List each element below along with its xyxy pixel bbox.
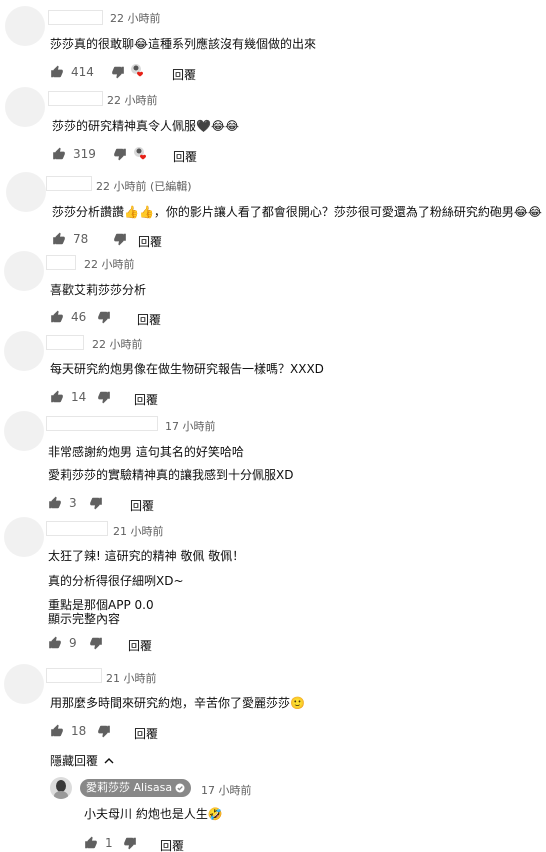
avatar[interactable]	[4, 251, 44, 291]
avatar[interactable]	[5, 87, 45, 127]
reply-button[interactable]: 回覆	[172, 66, 196, 83]
comment-text: 每天研究約炮男像在做生物研究報告一樣嗎？XXXD	[50, 362, 324, 376]
reply-actions: 1	[84, 835, 137, 851]
comment-time[interactable]: 22 小時前	[110, 10, 161, 26]
thumbs-down-icon[interactable]	[111, 65, 125, 79]
thumbs-up-icon[interactable]	[50, 724, 64, 738]
thumbs-down-icon[interactable]	[113, 147, 127, 161]
like-count: 14	[71, 390, 87, 404]
author-name[interactable]	[46, 335, 84, 350]
like-count: 1	[105, 836, 113, 850]
author-name[interactable]	[46, 521, 108, 536]
author-name[interactable]	[48, 91, 103, 106]
thumbs-down-icon[interactable]	[97, 390, 111, 404]
comment-text-body: 莎莎的研究精神真令人佩服🖤😂😂	[52, 119, 239, 133]
comment-text-line: 愛莉莎莎的實驗精神真的讓我感到十分佩服XD	[48, 468, 294, 482]
avatar[interactable]	[4, 664, 44, 704]
author-name[interactable]	[46, 668, 102, 683]
comment-text: 莎莎的研究精神真令人佩服🖤😂😂	[52, 118, 239, 134]
reply-time[interactable]: 17 小時前	[201, 782, 252, 798]
comment-actions: 18	[50, 723, 111, 739]
thumbs-down-icon[interactable]	[89, 496, 103, 510]
author-name[interactable]	[46, 176, 92, 191]
creator-heart-icon	[131, 64, 143, 77]
like-count: 18	[71, 724, 87, 738]
thumbs-up-icon[interactable]	[52, 232, 66, 246]
thumbs-down-icon[interactable]	[123, 836, 137, 850]
comment-text: 莎莎分析讚讚👍👍，你的影片讓人看了都會很開心？莎莎很可愛還為了粉絲研究約砲男😂😂	[52, 205, 542, 219]
comment-text-line: 真的分析得很仔細咧XD~	[48, 574, 184, 588]
comment-actions: 14	[50, 389, 111, 405]
avatar[interactable]	[4, 517, 44, 557]
avatar[interactable]	[4, 331, 44, 371]
like-count: 9	[69, 636, 77, 650]
avatar[interactable]	[6, 172, 46, 212]
author-name[interactable]	[46, 255, 76, 270]
comment-actions: 3	[48, 495, 103, 511]
chevron-up-icon	[104, 757, 114, 763]
reply-button[interactable]: 回覆	[173, 148, 197, 165]
thumbs-up-icon[interactable]	[52, 147, 66, 161]
comment-actions: 9	[48, 635, 103, 651]
thumbs-down-icon[interactable]	[97, 310, 111, 324]
comment-time[interactable]: 22 小時前	[84, 256, 135, 272]
creator-badge[interactable]: 愛莉莎莎 Alisasa	[80, 779, 192, 797]
comment-time[interactable]: 22 小時前 (已編輯)	[96, 178, 192, 194]
author-name[interactable]	[48, 10, 103, 25]
thumbs-up-icon[interactable]	[50, 390, 64, 404]
comment-time[interactable]: 22 小時前	[92, 336, 143, 352]
like-count: 3	[69, 496, 77, 510]
reply-button[interactable]: 回覆	[138, 233, 162, 250]
thumbs-up-icon[interactable]	[48, 496, 62, 510]
hide-replies-label: 隱藏回覆	[50, 754, 99, 768]
hide-replies-button[interactable]: 隱藏回覆	[50, 752, 114, 769]
comment-time[interactable]: 22 小時前	[107, 92, 158, 108]
like-count: 78	[73, 232, 89, 246]
thumbs-up-icon[interactable]	[84, 836, 98, 850]
avatar[interactable]	[5, 6, 45, 46]
reply-button[interactable]: 回覆	[134, 391, 158, 408]
comment-time[interactable]: 21 小時前	[106, 670, 157, 686]
reply-button[interactable]: 回覆	[160, 837, 184, 852]
comment-actions: 78	[52, 231, 127, 247]
comment-actions: 319	[52, 146, 127, 162]
comment-text: 用那麼多時間來研究約炮，辛苦你了愛麗莎莎🙂	[50, 696, 305, 710]
reply-button[interactable]: 回覆	[134, 725, 158, 742]
creator-name: 愛莉莎莎 Alisasa	[86, 781, 173, 794]
reply-button[interactable]: 回覆	[128, 637, 152, 654]
check-icon	[175, 783, 185, 793]
thumbs-down-icon[interactable]	[113, 232, 127, 246]
creator-heart-icon	[134, 147, 146, 160]
reply-text: 小夫母川 約炮也是人生🤣	[84, 807, 223, 821]
like-count: 46	[71, 310, 87, 324]
author-name[interactable]	[46, 416, 158, 431]
like-count: 319	[73, 147, 96, 161]
thumbs-up-icon[interactable]	[50, 65, 64, 79]
avatar[interactable]	[4, 411, 44, 451]
show-more-link[interactable]: 顯示完整內容	[48, 611, 120, 627]
comment-text: 莎莎真的很敢聊😂這種系列應該沒有幾個做的出來	[50, 37, 317, 51]
comment-text-line: 非常感謝約炮男 這句其名的好笑哈哈	[48, 445, 244, 459]
like-count: 414	[71, 65, 94, 79]
reply-button[interactable]: 回覆	[137, 311, 161, 328]
comment-time[interactable]: 21 小時前	[113, 523, 164, 539]
thumbs-down-icon[interactable]	[89, 636, 103, 650]
thumbs-up-icon[interactable]	[48, 636, 62, 650]
thumbs-down-icon[interactable]	[97, 724, 111, 738]
comment-actions: 414	[50, 64, 125, 80]
comment-text: 喜歡艾莉莎莎分析	[50, 283, 147, 297]
comment-time[interactable]: 17 小時前	[165, 418, 216, 434]
creator-avatar[interactable]	[50, 777, 72, 799]
comment-actions: 46	[50, 309, 111, 325]
thumbs-up-icon[interactable]	[50, 310, 64, 324]
reply-button[interactable]: 回覆	[130, 497, 154, 514]
comment-text-line: 太狂了辣! 這研究的精神 敬佩 敬佩！	[48, 549, 245, 563]
